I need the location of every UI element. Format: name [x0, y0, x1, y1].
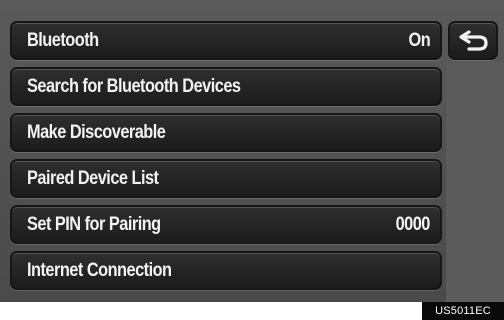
reference-code-label: US5011EC: [422, 302, 504, 320]
internet-connection-button[interactable]: Internet Connection: [10, 251, 442, 290]
make-discoverable-button[interactable]: Make Discoverable: [10, 113, 442, 152]
make-discoverable-label: Make Discoverable: [27, 122, 166, 143]
paired-device-list-label: Paired Device List: [27, 168, 159, 189]
pin-value: 0000: [395, 214, 431, 235]
bluetooth-settings-screen: Bluetooth On Search for Bluetooth Device…: [0, 0, 504, 302]
bluetooth-label: Bluetooth: [27, 30, 99, 51]
internet-connection-label: Internet Connection: [27, 260, 172, 281]
set-pin-label: Set PIN for Pairing: [27, 214, 161, 235]
search-bluetooth-devices-label: Search for Bluetooth Devices: [27, 76, 241, 97]
back-arrow-icon: [459, 30, 488, 51]
bluetooth-button[interactable]: Bluetooth On: [10, 21, 442, 60]
bluetooth-status-value: On: [408, 30, 430, 51]
search-bluetooth-devices-button[interactable]: Search for Bluetooth Devices: [10, 67, 442, 106]
paired-device-list-button[interactable]: Paired Device List: [10, 159, 442, 198]
back-button[interactable]: [448, 21, 498, 60]
set-pin-button[interactable]: Set PIN for Pairing 0000: [10, 205, 442, 244]
side-panel: [446, 62, 504, 302]
